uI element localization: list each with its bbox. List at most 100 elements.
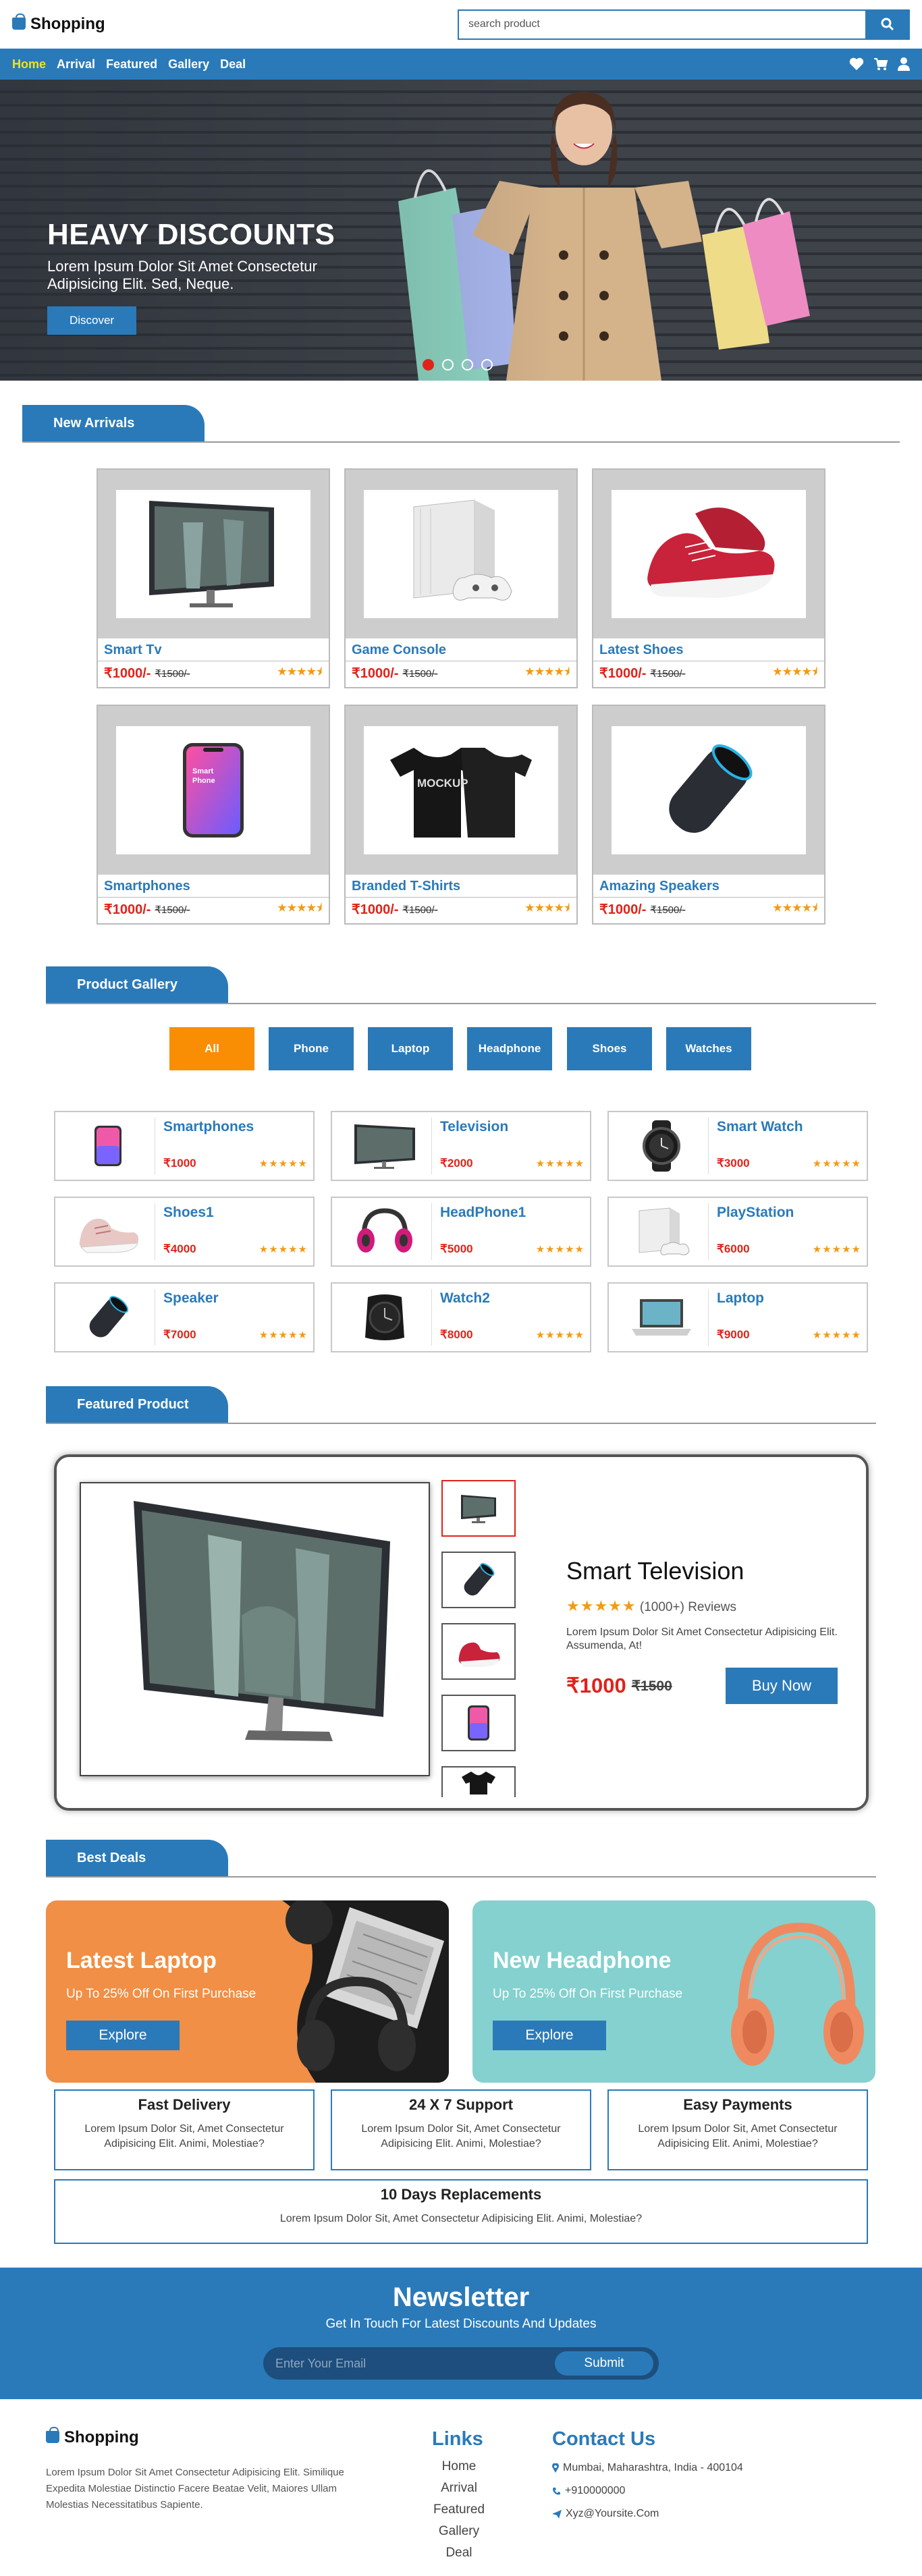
footer-link-deal[interactable]: Deal <box>432 2546 486 2560</box>
contact-phone[interactable]: +910000000 <box>565 2485 625 2497</box>
user-icon[interactable] <box>898 57 910 71</box>
footer-link-gallery[interactable]: Gallery <box>432 2524 486 2539</box>
send-icon <box>552 2509 562 2519</box>
star-rating: ★★★★★ <box>535 1330 585 1341</box>
nav-menu: Home Arrival Featured Gallery Deal <box>12 57 256 72</box>
gallery-item-price: ₹8000 <box>440 1328 473 1341</box>
gallery-item[interactable]: HeadPhone1 ₹5000 ★★★★★ <box>331 1197 591 1267</box>
email-field[interactable] <box>275 2356 555 2371</box>
filter-shoes-button[interactable]: Shoes <box>567 1027 652 1070</box>
gallery-item[interactable]: PlayStation ₹6000 ★★★★★ <box>607 1197 868 1267</box>
shopping-bag-icon <box>46 2427 59 2443</box>
featured-thumbnail[interactable] <box>441 1480 516 1537</box>
featured-reviews: ★★★★★ (1000+) Reviews <box>566 1597 857 1615</box>
buy-now-button[interactable]: Buy Now <box>726 1668 838 1704</box>
footer-brand[interactable]: Shopping <box>46 2427 139 2447</box>
gallery-item[interactable]: Smartphones ₹1000 ★★★★★ <box>54 1111 315 1181</box>
deal-card-headphone[interactable]: New Headphone Up To 25% Off On First Pur… <box>472 1900 875 2083</box>
filter-laptop-button[interactable]: Laptop <box>368 1027 453 1070</box>
nav-item-deal[interactable]: Deal <box>220 57 246 72</box>
product-card[interactable]: Amazing Speakers ₹1000/- ₹1500/- ★★★★⯨ <box>592 705 825 925</box>
discover-button[interactable]: Discover <box>47 306 136 335</box>
product-card[interactable]: MOCKUP Branded T-Shirts ₹1000/- ₹1500/- ★★… <box>344 705 578 925</box>
product-card[interactable]: Smart Phone Smartphones ₹1000/- ₹1500/- ★★★… <box>97 705 330 925</box>
gallery-item[interactable]: Smart Watch ₹3000 ★★★★★ <box>607 1111 868 1181</box>
footer-link-featured[interactable]: Featured <box>432 2502 486 2517</box>
featured-thumbnail[interactable] <box>441 1766 516 1797</box>
gallery-item[interactable]: Television ₹2000 ★★★★★ <box>331 1111 591 1181</box>
product-name[interactable]: Smartphones <box>98 875 329 898</box>
explore-button[interactable]: Explore <box>493 2021 606 2050</box>
featured-product-info: Smart Television ★★★★★ (1000+) Reviews L… <box>566 1557 857 1704</box>
product-price: ₹1000/- <box>104 902 151 917</box>
product-name[interactable]: Smart Tv <box>98 638 329 661</box>
carousel-dot[interactable] <box>423 359 434 371</box>
phone-icon <box>468 1705 489 1741</box>
monitor-icon <box>133 1501 390 1741</box>
product-old-price: ₹1500/- <box>650 904 686 916</box>
best-deals-header: Best Deals <box>46 1840 876 1878</box>
carousel-dot[interactable] <box>442 359 454 371</box>
search-icon <box>881 18 894 31</box>
laptop-icon <box>631 1299 691 1336</box>
featured-product-box: Smart Television ★★★★★ (1000+) Reviews L… <box>54 1454 869 1811</box>
filter-phone-button[interactable]: Phone <box>269 1027 354 1070</box>
nav-item-featured[interactable]: Featured <box>106 57 157 72</box>
svg-text:Smart: Smart <box>192 767 214 775</box>
featured-old-price: ₹1500 <box>631 1678 672 1694</box>
gallery-item-name: Smart Watch <box>717 1119 803 1134</box>
footer-link-arrival[interactable]: Arrival <box>432 2481 486 2496</box>
footer-link-home[interactable]: Home <box>432 2459 486 2474</box>
newsletter-section: Newsletter Get In Touch For Latest Disco… <box>0 2268 922 2399</box>
carousel-dot[interactable] <box>481 359 493 371</box>
gallery-item[interactable]: Speaker ₹7000 ★★★★★ <box>54 1282 315 1352</box>
shoe-icon <box>458 1642 500 1667</box>
gallery-item-name: Smartphones <box>163 1119 254 1134</box>
product-card[interactable]: Smart Tv ₹1000/- ₹1500/- ★★★★⯨ <box>97 468 330 688</box>
featured-thumbnail[interactable] <box>441 1552 516 1608</box>
heart-icon[interactable] <box>849 57 864 71</box>
product-price: ₹1000/- <box>352 666 399 681</box>
gallery-item-name: Watch2 <box>440 1290 490 1306</box>
star-rating: ★★★★⯨ <box>525 902 570 914</box>
explore-button[interactable]: Explore <box>66 2021 180 2050</box>
star-rating: ★★★★★ <box>535 1158 585 1170</box>
nav-item-home[interactable]: Home <box>12 57 46 72</box>
gallery-item[interactable]: Shoes1 ₹4000 ★★★★★ <box>54 1197 315 1267</box>
filter-all-button[interactable]: All <box>169 1027 254 1070</box>
featured-thumbnail[interactable] <box>441 1695 516 1751</box>
gallery-item-name: PlayStation <box>717 1205 794 1220</box>
carousel-dot[interactable] <box>462 359 473 371</box>
star-rating: ★★★★⯨ <box>277 902 323 914</box>
search-input[interactable] <box>458 9 865 40</box>
gallery-item-price: ₹9000 <box>717 1328 750 1341</box>
search-bar <box>458 9 910 40</box>
star-rating: ★★★★★ <box>566 1597 636 1614</box>
hero-text: Lorem Ipsum Dolor Sit Amet Consectetur A… <box>47 258 317 292</box>
deal-card-laptop[interactable]: Latest Laptop Up To 25% Off On First Pur… <box>46 1900 449 2083</box>
gallery-item[interactable]: Watch2 ₹8000 ★★★★★ <box>331 1282 591 1352</box>
nav-item-gallery[interactable]: Gallery <box>168 57 209 72</box>
gallery-item-name: HeadPhone1 <box>440 1205 526 1220</box>
gallery-item-price: ₹4000 <box>163 1242 196 1255</box>
product-name[interactable]: Branded T-Shirts <box>346 875 576 898</box>
filter-watches-button[interactable]: Watches <box>666 1027 751 1070</box>
featured-thumbnail[interactable] <box>441 1623 516 1680</box>
contact-email[interactable]: Xyz@Yoursite.Com <box>566 2508 659 2520</box>
submit-button[interactable]: Submit <box>555 2351 653 2376</box>
footer-contact-title: Contact Us <box>552 2428 656 2450</box>
product-card[interactable]: Latest Shoes ₹1000/- ₹1500/- ★★★★⯨ <box>592 468 825 688</box>
product-card[interactable]: Game Console ₹1000/- ₹1500/- ★★★★⯨ <box>344 468 578 688</box>
cart-icon[interactable] <box>873 57 888 71</box>
star-rating: ★★★★⯨ <box>773 666 818 678</box>
newsletter-title: Newsletter <box>392 2282 530 2312</box>
filter-headphone-button[interactable]: Headphone <box>467 1027 552 1070</box>
product-name[interactable]: Amazing Speakers <box>593 875 824 898</box>
gallery-item[interactable]: Laptop ₹9000 ★★★★★ <box>607 1282 868 1352</box>
brand-logo[interactable]: Shopping <box>12 13 105 34</box>
nav-item-arrival[interactable]: Arrival <box>57 57 95 72</box>
feature-card: 24 X 7 Support Lorem Ipsum Dolor Sit, Am… <box>331 2089 591 2170</box>
product-name[interactable]: Game Console <box>346 638 576 661</box>
product-name[interactable]: Latest Shoes <box>593 638 824 661</box>
search-button[interactable] <box>865 9 910 40</box>
